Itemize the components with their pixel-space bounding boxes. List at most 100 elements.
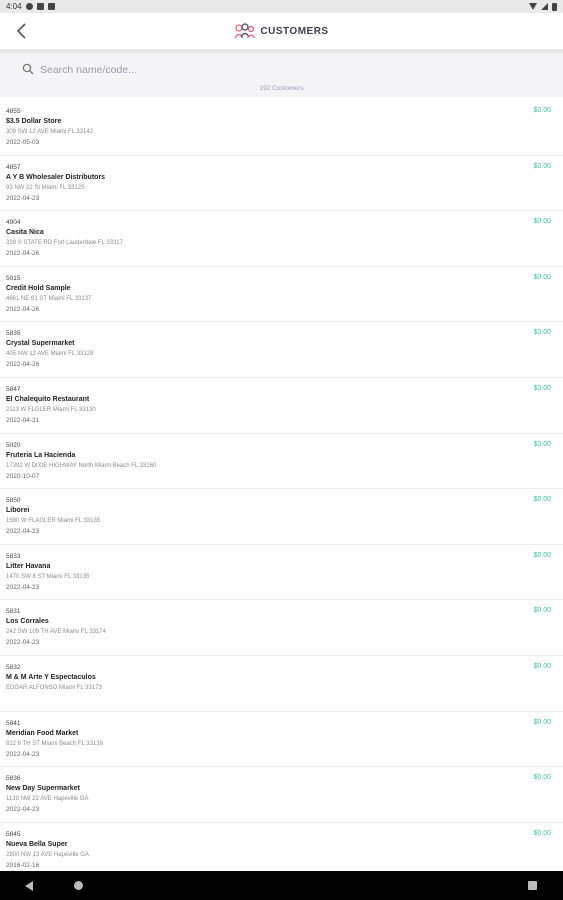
customer-balance: $0.00 <box>533 329 551 337</box>
customer-row[interactable]: 5836 New Day Supermarket 1139 NW 22 AVE … <box>0 767 563 823</box>
customer-code: 5020 <box>6 441 21 449</box>
customer-row[interactable]: 4855 $3.5 Dollar Store 309 SW 12 AVE Mia… <box>0 100 563 156</box>
customer-balance: $0.00 <box>533 774 551 782</box>
customer-code: 5833 <box>6 552 21 560</box>
customer-date: 2022-05-03 <box>6 139 40 146</box>
customer-balance: $0.00 <box>533 273 551 281</box>
customer-name: $3.5 Dollar Store <box>6 118 62 125</box>
customer-count: 192 Customers <box>259 85 304 92</box>
customer-date: 2022-04-21 <box>6 416 40 424</box>
customer-code: 4904 <box>6 219 21 227</box>
customer-address: 242 SW 109 TH AVE Miami FL 33174 <box>6 629 106 636</box>
customer-name: A Y B Wholesaler Distributors <box>6 173 106 181</box>
customer-address: 4661 NE 61 ST Miami FL 33137 <box>6 295 92 302</box>
customers-logo-icon <box>234 23 256 39</box>
customer-date: 2022-04-26 <box>6 305 40 313</box>
customer-row[interactable]: 4857 A Y B Wholesaler Distributors 93 NW… <box>0 156 563 212</box>
notification-icon <box>25 3 33 10</box>
nav-recents-icon[interactable] <box>528 881 537 890</box>
customer-date: 2022-04-26 <box>6 250 40 258</box>
wifi-icon <box>529 3 537 10</box>
customer-date: 2020-10-07 <box>6 472 40 480</box>
app-header: CUSTOMERS <box>0 13 563 49</box>
customer-code: 5845 <box>6 830 21 838</box>
app-notification-icon <box>47 3 55 10</box>
customer-address: 812 6 TH ST Miami Beach FL 33139 <box>6 740 103 747</box>
customer-code: 4857 <box>6 163 21 171</box>
nav-home-icon[interactable] <box>74 881 83 890</box>
customer-row[interactable]: 5015 Credit Hold Sample 4661 NE 61 ST Mi… <box>0 267 563 323</box>
customer-address: 1580 W FLAGLER Miami FL 33135 <box>6 518 101 525</box>
search-input[interactable] <box>40 61 540 79</box>
message-icon <box>36 3 44 10</box>
customer-date: 2022-04-23 <box>6 750 40 758</box>
back-button[interactable] <box>12 21 32 41</box>
customer-name: Fruteria La Hacienda <box>6 451 76 459</box>
customer-address: 2800 NW 13 AVE Hapeville GA <box>6 851 89 858</box>
customer-row[interactable]: 5847 El Chalequito Restaurant 2113 W FLG… <box>0 378 563 434</box>
customer-balance: $0.00 <box>533 218 551 226</box>
customer-address: 339 S STATE RD Fort Lauderdale FL 33317 <box>6 240 123 247</box>
header-brand: CUSTOMERS <box>234 23 328 39</box>
customer-address: 1470 SW 8 ST Miami FL 33135 <box>6 573 90 580</box>
customer-row[interactable]: 5850 Liborei 1580 W FLAGLER Miami FL 331… <box>0 489 563 545</box>
customer-row[interactable]: 5020 Fruteria La Hacienda 17392 W DIXIE … <box>0 434 563 490</box>
customer-row[interactable]: 5835 Crystal Supermarket 405 NW 12 AVE M… <box>0 322 563 378</box>
customer-balance: $0.00 <box>533 162 551 170</box>
customer-balance: $0.00 <box>533 718 551 726</box>
customer-code: 5850 <box>6 497 21 505</box>
status-bar: 4:04 <box>0 0 563 13</box>
customer-balance: $0.00 <box>533 440 551 448</box>
customer-balance: $0.00 <box>533 384 551 392</box>
customer-name: M & M Arte Y Espectaculos <box>6 673 96 681</box>
customer-row[interactable]: 5845 Nueva Bella Super 2800 NW 13 AVE Ha… <box>0 823 563 879</box>
customer-address: 93 NW 22 St Miami FL 33125 <box>6 184 85 191</box>
customer-row[interactable]: 5841 Meridian Food Market 812 6 TH ST Mi… <box>0 712 563 768</box>
customer-name: Los Corrales <box>6 618 49 626</box>
customer-date: 2022-04-23 <box>6 639 40 647</box>
search-area: 192 Customers <box>0 53 563 97</box>
customer-row[interactable]: 5831 Los Corrales 242 SW 109 TH AVE Miam… <box>0 600 563 656</box>
customer-date: 2022-04-23 <box>6 528 40 536</box>
customer-balance: $0.00 <box>533 607 551 615</box>
customer-address: 2113 W FLGLER Miami FL 33130 <box>6 406 96 413</box>
customer-date: 2022-04-23 <box>6 194 40 202</box>
customer-code: 5832 <box>6 663 21 671</box>
signal-icon <box>541 3 548 10</box>
customer-address: 17392 W DIXIE HIGHWAY North Miami Beach … <box>6 462 157 469</box>
customer-row[interactable]: 5832 M & M Arte Y Espectaculos EDGAR ALF… <box>0 656 563 712</box>
customer-code: 5015 <box>6 274 21 282</box>
nav-back-icon[interactable] <box>25 881 33 891</box>
search-icon <box>22 63 34 75</box>
customer-name: Liborei <box>6 507 30 515</box>
customer-balance: $0.00 <box>533 662 551 670</box>
customer-balance: $0.00 <box>533 829 551 837</box>
customer-name: El Chalequito Restaurant <box>6 395 90 403</box>
customer-code: 4855 <box>6 108 21 115</box>
customer-code: 5847 <box>6 385 21 393</box>
customer-name: Crystal Supermarket <box>6 340 75 348</box>
customer-code: 5841 <box>6 719 21 727</box>
customer-name: Nueva Bella Super <box>6 840 68 848</box>
customer-code: 5836 <box>6 775 21 783</box>
customer-code: 5831 <box>6 608 21 616</box>
customer-list: 4855 $3.5 Dollar Store 309 SW 12 AVE Mia… <box>0 100 563 879</box>
chevron-left-icon <box>16 23 26 39</box>
customer-date: 2022-04-23 <box>6 806 40 814</box>
customer-balance: $0.00 <box>533 107 551 114</box>
customer-address: 1139 NW 22 AVE Hapeville GA <box>6 796 89 803</box>
customer-balance: $0.00 <box>533 551 551 559</box>
customer-code: 5835 <box>6 330 21 338</box>
customer-balance: $0.00 <box>533 496 551 504</box>
battery-icon <box>552 2 557 11</box>
customer-address: EDGAR ALFONSO Miami FL 33173 <box>6 684 102 691</box>
status-time: 4:04 <box>6 2 22 11</box>
customer-name: New Day Supermarket <box>6 785 80 793</box>
customer-name: Meridian Food Market <box>6 729 79 737</box>
customer-name: Credit Hold Sample <box>6 284 71 292</box>
customer-date: 2022-04-26 <box>6 361 40 369</box>
customer-row[interactable]: 5833 Litter Havana 1470 SW 8 ST Miami FL… <box>0 545 563 601</box>
customer-date: 2022-04-23 <box>6 583 40 591</box>
customer-date: 2016-02-16 <box>6 861 40 869</box>
customer-row[interactable]: 4904 Casita Nica 339 S STATE RD Fort Lau… <box>0 211 563 267</box>
